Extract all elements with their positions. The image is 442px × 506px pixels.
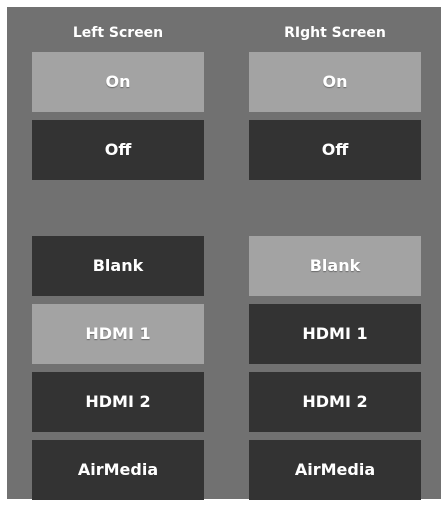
left-airmedia-button[interactable]: AirMedia <box>32 440 204 500</box>
control-panel: Left Screen RIght Screen On Off Blank HD… <box>7 7 441 500</box>
right-hdmi1-button[interactable]: HDMI 1 <box>249 304 421 364</box>
right-off-button[interactable]: Off <box>249 120 421 180</box>
left-on-button[interactable]: On <box>32 52 204 112</box>
right-blank-button[interactable]: Blank <box>249 236 421 296</box>
right-on-button[interactable]: On <box>249 52 421 112</box>
left-blank-button[interactable]: Blank <box>32 236 204 296</box>
left-screen-title: Left Screen <box>72 25 164 41</box>
left-hdmi1-button[interactable]: HDMI 1 <box>32 304 204 364</box>
left-off-button[interactable]: Off <box>32 120 204 180</box>
right-screen-title: RIght Screen <box>284 25 386 41</box>
right-airmedia-button[interactable]: AirMedia <box>249 440 421 500</box>
right-hdmi2-button[interactable]: HDMI 2 <box>249 372 421 432</box>
left-hdmi2-button[interactable]: HDMI 2 <box>32 372 204 432</box>
